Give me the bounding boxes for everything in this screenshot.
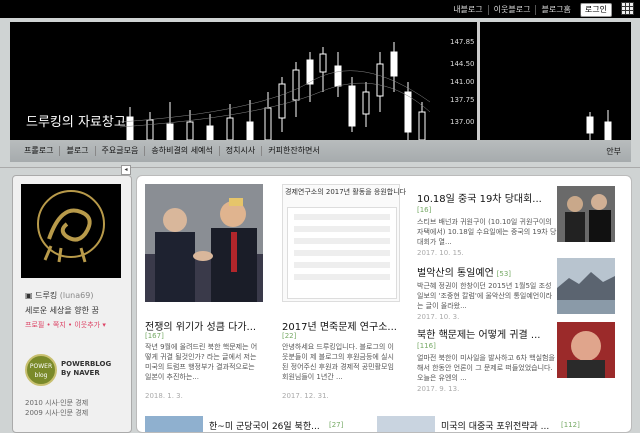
post-thumbnail[interactable] [145, 184, 263, 302]
powerblog-badge: POWER blog POWERBLOG By NAVER [25, 350, 121, 390]
thumbnail-form-graphic [287, 207, 397, 299]
bottom-post-title[interactable]: 미국의 대중국 포위전략과 ... [441, 419, 549, 432]
profile-description: 세로운 세상을 향한 꿈 [25, 306, 99, 315]
price-tick: 141.00 [450, 78, 475, 86]
side-post[interactable]: 벌악산의 통일예언 [53] 박근혜 정권이 한창이던 2015년 1월5일 조… [417, 264, 557, 321]
post-excerpt: 안녕하세요 드루킹입니다. 블로그의 이웃분들이 제 블로그의 후원금등에 실시… [282, 343, 394, 381]
powerblog-label: POWERBLOG By NAVER [61, 360, 111, 378]
powerblog-year: 2009 시사·인문 경제 [25, 409, 89, 417]
side-post-thumbnail[interactable] [557, 258, 615, 314]
neighbor-blog-link[interactable]: 이웃블로그 [487, 5, 536, 15]
top-navigation-bar: 내블로그 이웃블로그 블로그홈 로그인 [0, 0, 640, 18]
comment-count: [27] [329, 421, 344, 429]
menu-item-blog[interactable]: 블로그 [59, 146, 94, 156]
side-post[interactable]: 북한 핵문제는 어떻게 귀결 ... [116] 얼마전 북한이 미사일을 발사… [417, 326, 557, 393]
user-id-text: (luna69) [59, 291, 94, 300]
menu-items: 프롤로그 블로그 주요글모음 송하비결의 세예석 정치시사 커피한잔하면서 [24, 146, 326, 156]
profile-image[interactable] [21, 184, 121, 278]
bottom-post-title[interactable]: 한~미 군당국이 26일 북한... [209, 419, 320, 432]
blog-banner: 147.85 144.50 141.00 137.75 137.00 드루킹의 … [10, 22, 631, 140]
side-post-excerpt: 박근혜 정권이 한창이던 2015년 1월5일 조성일보의 '조중현 칼럼'에 … [417, 282, 553, 310]
profile-avatar-icon: ▣ [25, 291, 33, 300]
comment-count: [116] [417, 342, 436, 350]
post-date: 2018. 1. 3. [145, 392, 183, 400]
side-post-date: 2017. 9. 13. [417, 385, 460, 393]
side-post-title[interactable]: 북한 핵문제는 어떻게 귀결 ... [417, 330, 540, 341]
post-thumbnail[interactable]: 경제연구소의 2017년 활동을 응원합니다 [282, 184, 406, 302]
collapse-sidebar-icon[interactable]: ◂ [121, 165, 131, 175]
menu-item-prologue[interactable]: 프롤로그 [24, 146, 59, 156]
profile-nickname: ▣ 드루킹 (luna69) [25, 290, 93, 301]
side-post-thumbnail[interactable] [557, 186, 615, 242]
menu-item-featured[interactable]: 주요글모음 [94, 146, 145, 156]
candles [126, 42, 612, 140]
blog-home-link[interactable]: 블로그홈 [535, 5, 575, 15]
side-post-date: 2017. 10. 3. [417, 313, 460, 321]
price-tick: 137.00 [450, 118, 475, 126]
side-post-title[interactable]: 벌악산의 통일예언 [417, 268, 494, 279]
menu-item-songha[interactable]: 송하비결의 세예석 [144, 146, 218, 156]
bottom-post-thumbnail[interactable] [377, 416, 435, 432]
thumbnail-header: 경제연구소의 2017년 활동을 응원합니다 [285, 188, 407, 196]
menu-item-politics[interactable]: 정치시사 [218, 146, 261, 156]
bottom-post-thumbnail[interactable] [145, 416, 203, 432]
post-card[interactable]: 경제연구소의 2017년 활동을 응원합니다 2017년 면죽문제 연구소...… [282, 184, 406, 414]
post-title[interactable]: 전쟁의 위기가 성큼 다가... [145, 318, 265, 333]
top-links: 내블로그 이웃블로그 블로그홈 로그인 [448, 3, 612, 17]
blog-title[interactable]: 드루킹의 자료창고 [26, 111, 126, 130]
profile-panel: ▣ 드루킹 (luna69) 세로운 세상을 향한 꿈 프로필 • 쪽지 • 이… [12, 175, 132, 433]
app-grid-icon[interactable] [621, 2, 634, 15]
price-tick: 144.50 [450, 60, 475, 68]
post-title[interactable]: 2017년 면죽문제 연구소... [282, 318, 402, 333]
post-date: 2017. 12. 31. [282, 392, 329, 400]
side-post-thumbnail[interactable] [557, 322, 615, 378]
main-content: 전쟁의 위기가 성큼 다가... [167] 작년 9월에 올려드린 북한 핵문… [136, 175, 632, 433]
nickname-text: 드루킹 [35, 291, 58, 300]
comment-count: [167] [145, 332, 164, 340]
login-button[interactable]: 로그인 [579, 3, 612, 17]
menu-item-coffee[interactable]: 커피한잔하면서 [261, 146, 326, 156]
powerblog-year: 2010 시사·인문 경제 [25, 399, 89, 407]
blog-menu-bar: 프롤로그 블로그 주요글모음 송하비결의 세예석 정치시사 커피한잔하면서 안부 [10, 140, 631, 162]
banner-divider [477, 22, 480, 140]
side-post-excerpt: 스티브 배넌과 귀원구이 (10.10일 귀원구이의 자택에서) 10.18일 … [417, 218, 557, 246]
comment-count: [22] [282, 332, 297, 340]
comment-count: [112] [561, 421, 580, 429]
comment-count: [53] [496, 270, 512, 278]
price-tick: 137.75 [450, 96, 475, 104]
post-excerpt: 작년 9월에 올려드린 북한 핵문제는 어떻게 귀결 될것인가? 라는 글에서 … [145, 343, 258, 381]
powerblog-title: POWERBLOG [61, 360, 112, 368]
post-card[interactable]: 전쟁의 위기가 성큼 다가... [167] 작년 9월에 올려드린 북한 핵문… [145, 184, 265, 414]
powerblog-sub: By NAVER [61, 369, 100, 377]
bottom-post-row: 한~미 군당국이 26일 북한... [27] 미국의 대중국 포위전략과 ..… [137, 414, 631, 432]
powerblog-medal-icon: POWER blog [25, 354, 57, 386]
side-post-date: 2017. 10. 15. [417, 249, 464, 257]
powerblog-years: 2010 시사·인문 경제 2009 시사·인문 경제 [25, 398, 88, 418]
profile-links[interactable]: 프로필 • 쪽지 • 이웃추가 ▾ [25, 320, 106, 330]
my-blog-link[interactable]: 내블로그 [448, 5, 487, 15]
price-tick: 147.85 [450, 38, 475, 46]
side-post-title[interactable]: 10.18일 중국 19차 당대회... [417, 194, 542, 205]
menu-item-guestbook[interactable]: 안부 [606, 146, 621, 157]
layout-divider [0, 167, 640, 168]
comment-count: [16] [417, 206, 432, 214]
side-post[interactable]: 10.18일 중국 19차 당대회... [16] 스티브 배넌과 귀원구이 (… [417, 190, 557, 257]
side-post-excerpt: 얼마전 북한이 미사일을 발사하고 6차 핵실험을 해서 한동안 언론이 그 문… [417, 354, 555, 382]
